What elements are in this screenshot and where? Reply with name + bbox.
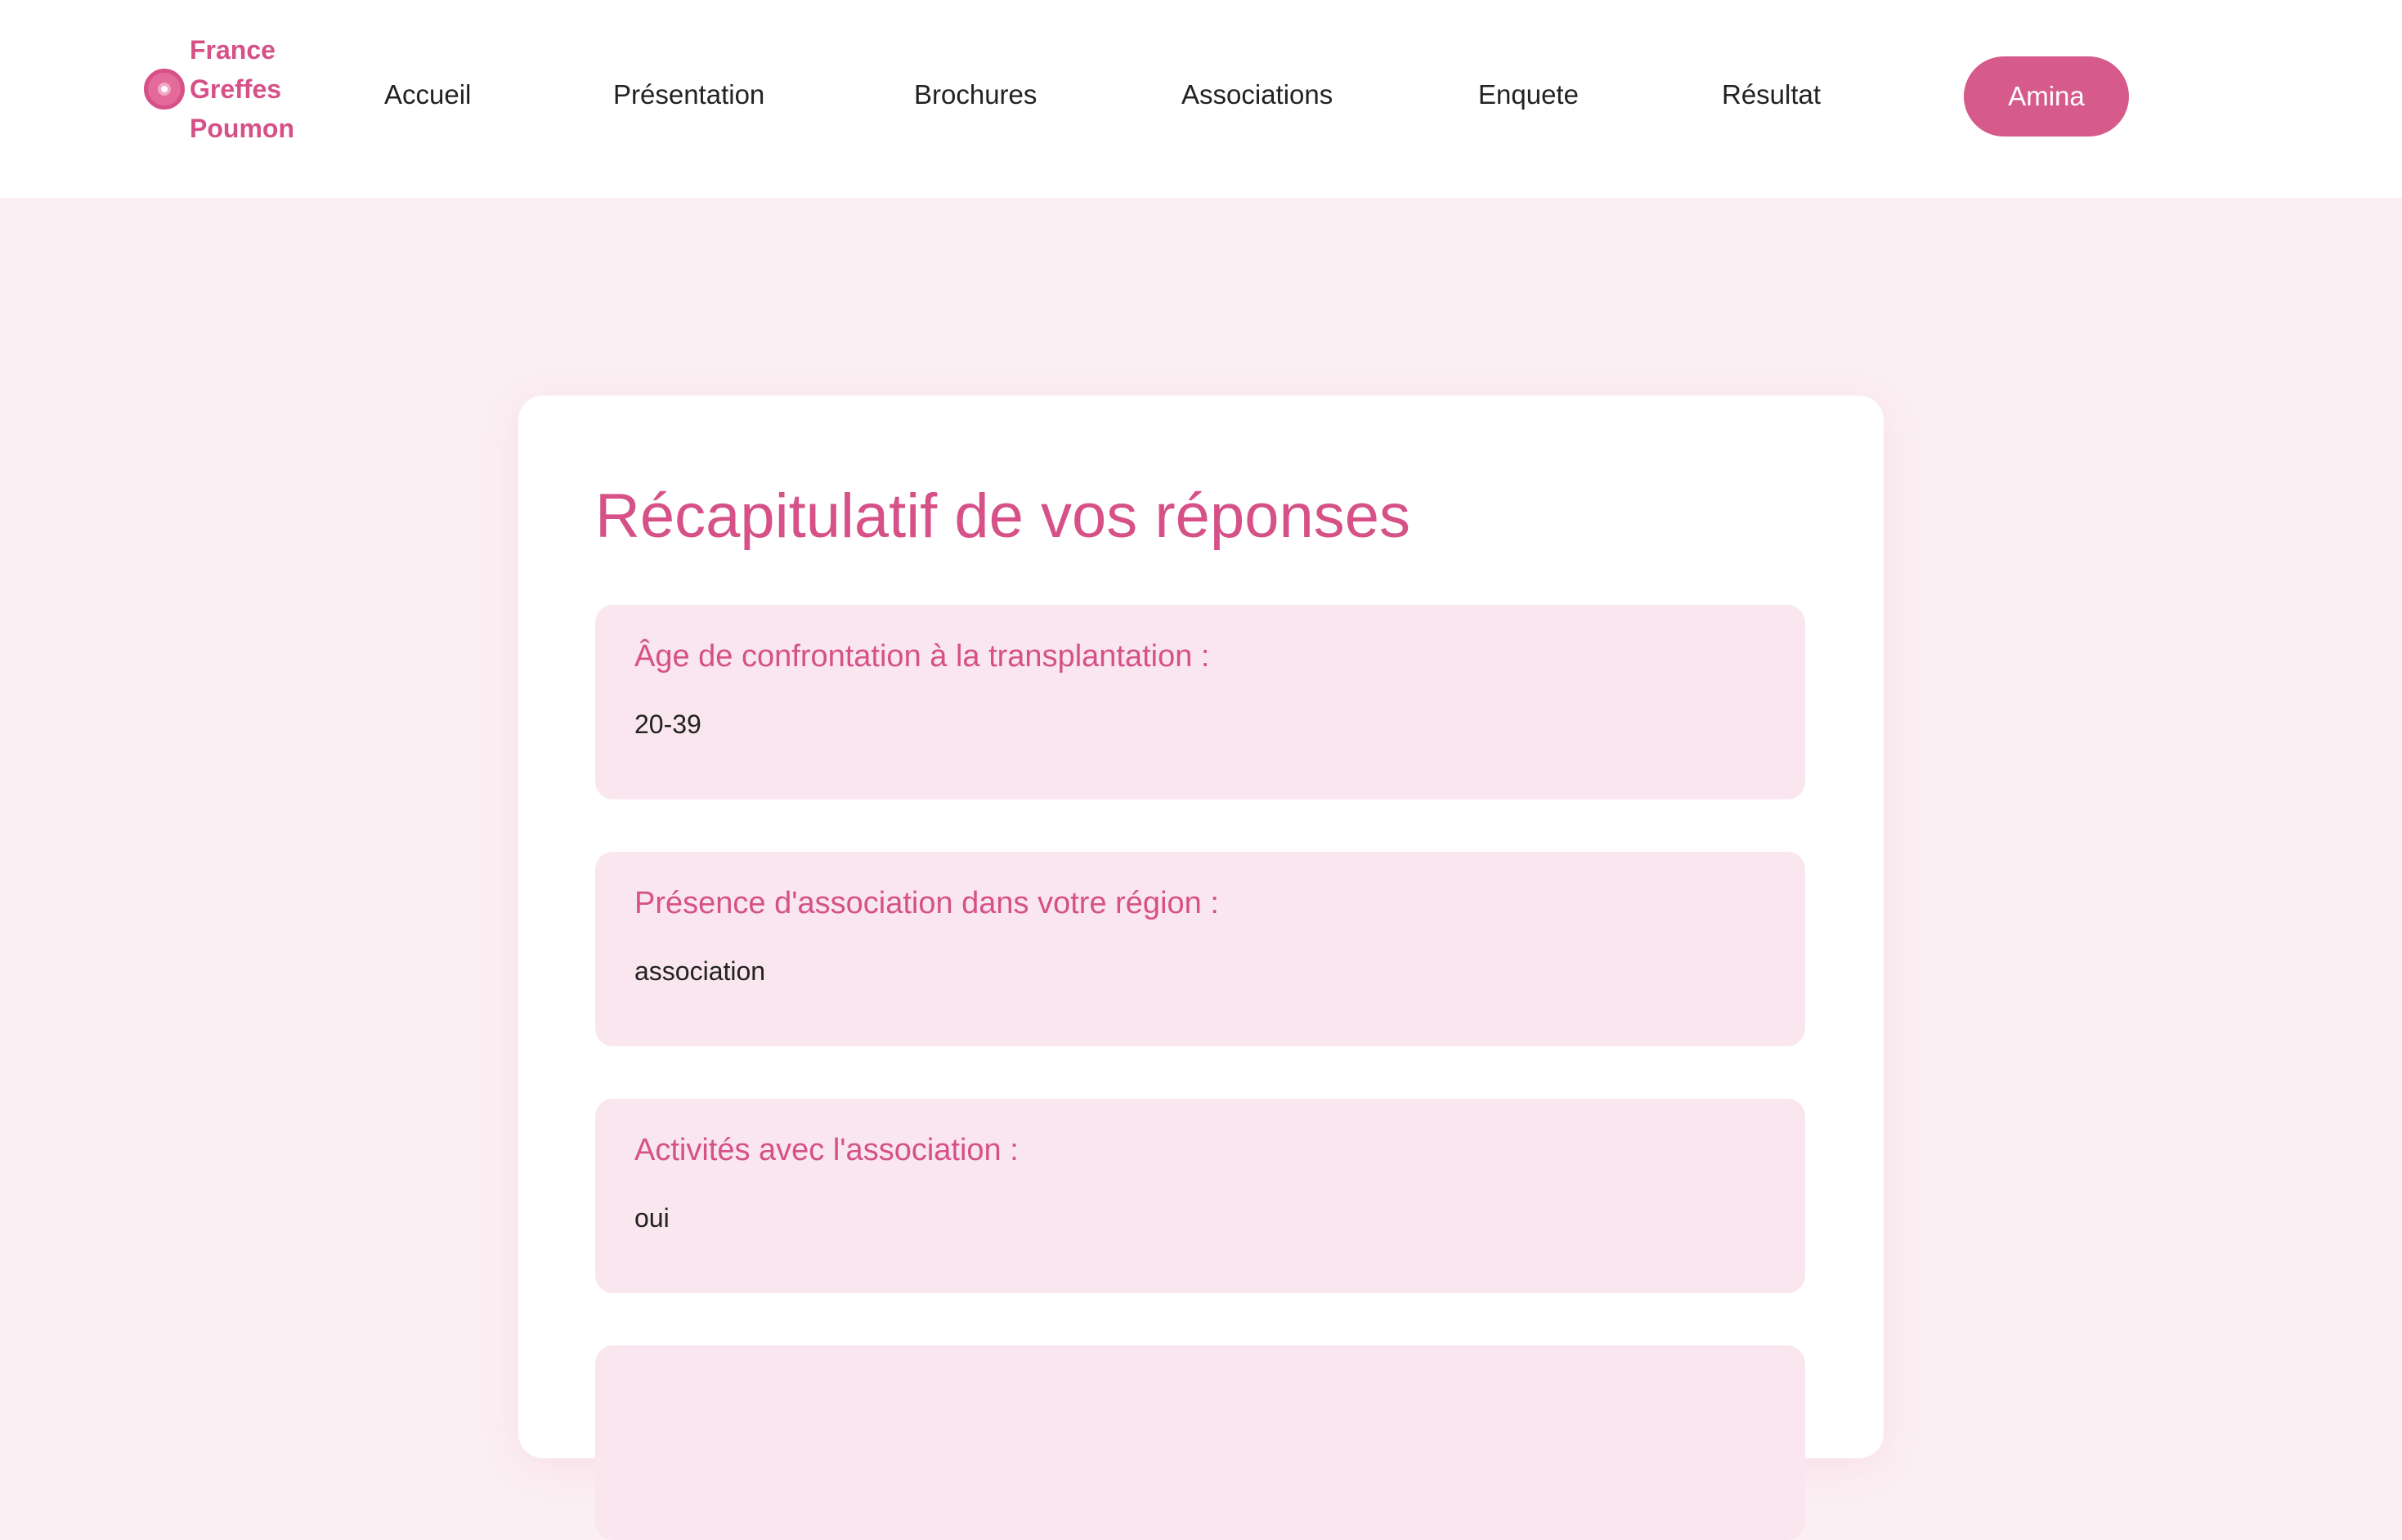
summary-card: Récapitulatif de vos réponses Âge de con… — [518, 396, 1884, 1540]
logo-dot — [158, 83, 171, 96]
answer-block-next — [595, 1345, 1805, 1540]
user-account-button[interactable]: Amina — [1964, 56, 2129, 137]
logo-line-poumon: Poumon — [190, 114, 294, 143]
top-navigation-bar: France Greffes Poumon Accueil Présentati… — [0, 0, 2402, 198]
lung-badge-icon — [144, 69, 185, 110]
answer-value: oui — [634, 1203, 670, 1233]
question-label: Âge de confrontation à la transplantatio… — [634, 639, 1210, 674]
nav-link-presentation[interactable]: Présentation — [613, 72, 764, 118]
logo-text: France Greffes Poumon — [190, 30, 294, 148]
answer-block-association-presence: Présence d'association dans votre région… — [595, 852, 1805, 1046]
answer-value: association — [634, 956, 766, 986]
nav-link-accueil[interactable]: Accueil — [384, 72, 471, 118]
site-logo[interactable]: France Greffes Poumon — [144, 29, 294, 149]
nav-link-brochures[interactable]: Brochures — [914, 72, 1037, 118]
nav-link-resultat[interactable]: Résultat — [1722, 72, 1821, 118]
nav-link-associations[interactable]: Associations — [1181, 72, 1333, 118]
question-label: Activités avec l'association : — [634, 1133, 1019, 1167]
nav-link-enquete[interactable]: Enquete — [1478, 72, 1579, 118]
logo-line-france: France — [190, 35, 276, 65]
question-label: Présence d'association dans votre région… — [634, 886, 1219, 920]
answer-block-age: Âge de confrontation à la transplantatio… — [595, 605, 1805, 799]
page-title: Récapitulatif de vos réponses — [595, 481, 1411, 551]
answer-value: 20-39 — [634, 710, 701, 739]
answer-block-activities: Activités avec l'association : oui — [595, 1099, 1805, 1293]
logo-line-greffes: Greffes — [190, 74, 282, 104]
